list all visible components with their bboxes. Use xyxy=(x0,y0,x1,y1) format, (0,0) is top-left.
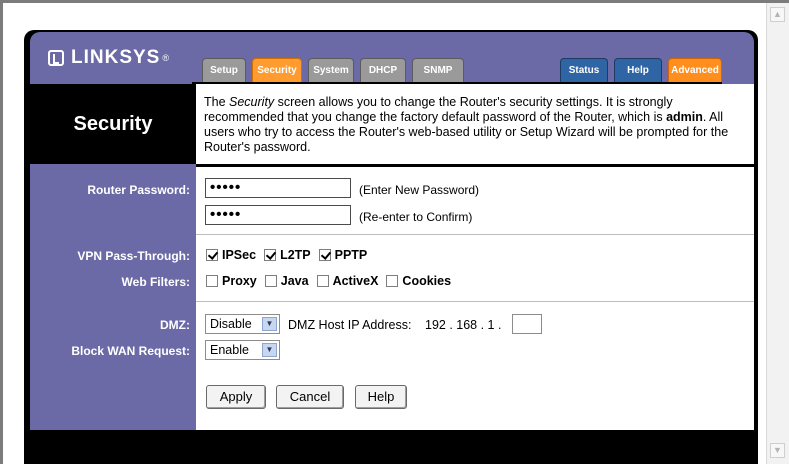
block-wan-label: Block WAN Request: xyxy=(71,344,190,358)
java-checkbox[interactable] xyxy=(264,275,277,287)
arrow-down-icon[interactable]: ▼ xyxy=(770,443,785,458)
brand-name: LINKSYS xyxy=(71,47,161,68)
tab-help[interactable]: Help xyxy=(614,58,662,82)
cancel-button[interactable]: Cancel xyxy=(276,385,344,409)
tab-system[interactable]: System xyxy=(308,58,354,82)
vpn-pass-through-label: VPN Pass-Through: xyxy=(77,249,190,263)
proxy-checkbox[interactable] xyxy=(206,275,218,287)
divider xyxy=(196,234,754,235)
web-filters-label: Web Filters: xyxy=(121,275,190,289)
dmz-ip-prefix: 192 . 168 . 1 . xyxy=(425,318,502,332)
tab-security[interactable]: Security xyxy=(252,58,302,82)
ipsec-option[interactable]: IPSec xyxy=(206,248,256,262)
cookies-label: Cookies xyxy=(402,274,452,288)
confirm-password-hint: (Re-enter to Confirm) xyxy=(359,210,473,224)
tab-dhcp[interactable]: DHCP xyxy=(360,58,406,82)
password-hint: (Enter New Password) xyxy=(359,183,480,197)
java-label: Java xyxy=(280,274,309,288)
block-wan-select[interactable]: Enable ▼ xyxy=(205,340,280,360)
divider xyxy=(196,301,754,302)
cookies-option[interactable]: Cookies xyxy=(386,274,451,288)
window-top-border xyxy=(0,0,789,3)
page-title: Security xyxy=(30,84,196,164)
pptp-checkbox[interactable] xyxy=(318,249,331,261)
vpn-pass-through-options: IPSec L2TP PPTP xyxy=(206,248,375,262)
dmz-select-value: Disable xyxy=(210,317,252,331)
intro-text: The Security screen allows you to change… xyxy=(196,84,754,164)
ipsec-checkbox[interactable] xyxy=(206,249,218,261)
confirm-password-field[interactable]: ••••• xyxy=(205,205,351,225)
dmz-host-label: DMZ Host IP Address: xyxy=(288,318,412,332)
tab-advanced[interactable]: Advanced xyxy=(668,58,722,82)
registered-mark: ® xyxy=(162,53,170,63)
java-option[interactable]: Java xyxy=(264,274,309,288)
password-field[interactable]: ••••• xyxy=(205,178,351,198)
pptp-option[interactable]: PPTP xyxy=(318,248,368,262)
router-password-label: Router Password: xyxy=(87,183,190,197)
activex-checkbox[interactable] xyxy=(316,275,329,287)
vertical-scrollbar[interactable]: ▲ ▼ xyxy=(766,3,789,464)
label-panel xyxy=(30,164,196,430)
ipsec-label: IPSec xyxy=(222,248,257,262)
web-filters-options: Proxy Java ActiveX Cookies xyxy=(206,274,459,288)
dmz-select[interactable]: Disable ▼ xyxy=(205,314,280,334)
cookies-checkbox[interactable] xyxy=(386,275,399,287)
l2tp-checkbox[interactable] xyxy=(264,249,277,261)
arrow-up-icon[interactable]: ▲ xyxy=(770,7,785,22)
help-button[interactable]: Help xyxy=(355,385,407,409)
intro-emphasis: Security xyxy=(229,95,275,109)
intro-prefix: The xyxy=(204,95,230,109)
l2tp-option[interactable]: L2TP xyxy=(264,248,311,262)
chevron-down-icon[interactable]: ▼ xyxy=(262,343,277,357)
pptp-label: PPTP xyxy=(334,248,368,262)
block-wan-select-value: Enable xyxy=(210,343,249,357)
activex-label: ActiveX xyxy=(332,274,379,288)
tab-snmp[interactable]: SNMP xyxy=(412,58,464,82)
proxy-option[interactable]: Proxy xyxy=(206,274,257,288)
proxy-label: Proxy xyxy=(222,274,257,288)
intro-mid: screen allows you to change the Router's… xyxy=(204,95,673,124)
linksys-logo-icon xyxy=(48,50,64,66)
apply-button[interactable]: Apply xyxy=(206,385,266,409)
intro-bold: admin xyxy=(666,110,703,124)
activex-option[interactable]: ActiveX xyxy=(316,274,379,288)
tab-setup[interactable]: Setup xyxy=(202,58,246,82)
window-left-border xyxy=(0,0,3,464)
l2tp-label: L2TP xyxy=(280,248,311,262)
dmz-ip-last-octet-input[interactable] xyxy=(512,314,542,334)
chevron-down-icon[interactable]: ▼ xyxy=(262,317,277,331)
tab-status[interactable]: Status xyxy=(560,58,608,82)
linksys-logo: LINKSYS ® xyxy=(48,47,170,69)
dmz-label: DMZ: xyxy=(160,318,190,332)
